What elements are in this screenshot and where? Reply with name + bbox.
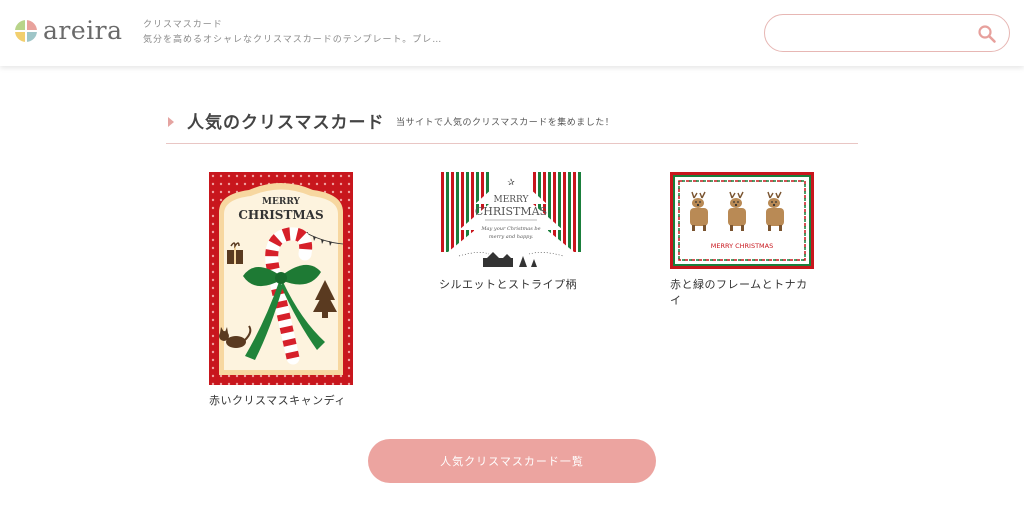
section-heading: 人気のクリスマスカード 当サイトで人気のクリスマスカードを集めました！ xyxy=(166,110,858,144)
card-image-frame-reindeer: MERRY CHRISTMAS xyxy=(670,172,814,269)
heading-triangle-icon xyxy=(168,117,174,127)
card-silhouette-stripe[interactable]: ✰ MERRY CHRISTMAS May your Christmas be … xyxy=(439,172,587,293)
card-label: シルエットとストライプ柄 xyxy=(439,278,577,291)
section-subtitle: 当サイトで人気のクリスマスカードを集めました！ xyxy=(396,118,615,128)
search-input[interactable] xyxy=(777,23,967,43)
logo-text: areira xyxy=(43,16,123,45)
card-image-red-candy: MERRY CHRISTMAS xyxy=(209,172,353,385)
card2-art-christmas: CHRISTMAS xyxy=(475,205,547,218)
card-image-silhouette-stripe: ✰ MERRY CHRISTMAS May your Christmas be … xyxy=(439,172,583,269)
section-title: 人気のクリスマスカード xyxy=(187,113,385,133)
card2-art-msg2: merry and happy. xyxy=(489,234,534,240)
card1-art-christmas: CHRISTMAS xyxy=(238,208,323,222)
site-description: 気分を高めるオシャレなクリスマスカードのテンプレート。プレ… xyxy=(143,35,443,45)
site-logo[interactable]: areira xyxy=(14,17,123,45)
card-frame-reindeer[interactable]: MERRY CHRISTMAS 赤と緑のフレームとトナカイ xyxy=(670,172,818,309)
search-icon[interactable] xyxy=(977,24,997,44)
card1-art-merry: MERRY xyxy=(262,197,301,207)
card2-art-msg1: May your Christmas be xyxy=(480,226,540,232)
svg-text:✰: ✰ xyxy=(507,178,515,188)
card3-art-text: MERRY CHRISTMAS xyxy=(711,242,774,250)
site-name: クリスマスカード xyxy=(143,20,223,30)
card-red-candy[interactable]: MERRY CHRISTMAS 赤いクリスマスキャンディ xyxy=(209,172,357,409)
search-box xyxy=(764,14,1010,52)
card-label: 赤いクリスマスキャンディ xyxy=(209,394,346,407)
logo-icon xyxy=(14,19,38,43)
site-info: クリスマスカード 気分を高めるオシャレなクリスマスカードのテンプレート。プレ… xyxy=(143,19,442,47)
site-header: areira クリスマスカード 気分を高めるオシャレなクリスマスカードのテンプレ… xyxy=(0,0,1024,66)
card2-art-merry: MERRY xyxy=(493,195,529,205)
card-label: 赤と緑のフレームとトナカイ xyxy=(670,278,808,307)
view-all-popular-button[interactable]: 人気クリスマスカード一覧 xyxy=(368,439,656,483)
